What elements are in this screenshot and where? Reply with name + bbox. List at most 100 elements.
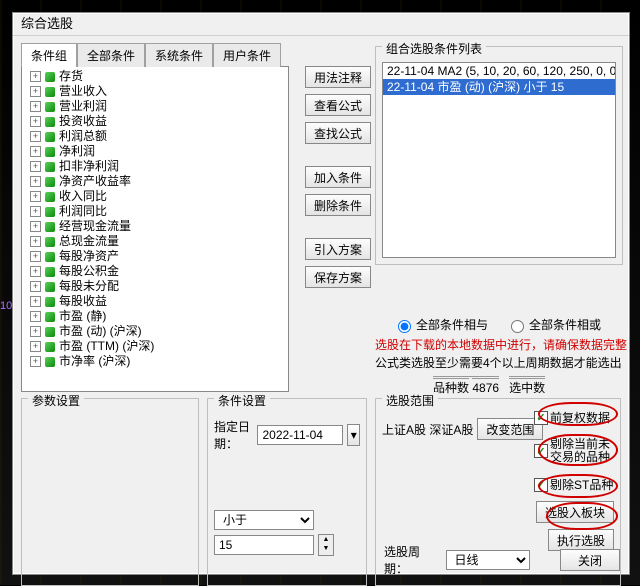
radio-or[interactable]: 全部条件相或 — [506, 316, 601, 333]
expand-icon[interactable]: + — [30, 281, 41, 292]
expand-icon[interactable]: + — [30, 101, 41, 112]
view-formula-button[interactable]: 查看公式 — [305, 94, 371, 116]
tree-item[interactable]: + 扣非净利润 — [22, 159, 288, 174]
tree-item[interactable]: + 净利润 — [22, 144, 288, 159]
tree-item[interactable]: + 市盈 (TTM) (沪深) — [22, 339, 288, 354]
save-plan-button[interactable]: 保存方案 — [305, 266, 371, 288]
date-picker-icon[interactable]: ▾ — [347, 424, 360, 446]
leaf-icon — [45, 192, 55, 202]
operator-select[interactable]: 小于大于等于 — [214, 510, 314, 530]
value-input[interactable] — [214, 535, 314, 555]
scope-group: 选股范围 上证A股 深证A股 改变范围 ✓前复权数据 ✓剔除当前未交易的品种 ✓… — [375, 398, 621, 586]
tab-group[interactable]: 条件组 — [21, 43, 77, 67]
tree-label: 市盈 (TTM) (沪深) — [59, 339, 154, 354]
expand-icon[interactable]: + — [30, 206, 41, 217]
period-label: 选股周期： — [384, 543, 440, 577]
expand-icon[interactable]: + — [30, 161, 41, 172]
list-item[interactable]: 22-11-04 市盈 (动) (沪深) 小于 15 — [383, 79, 615, 95]
leaf-icon — [45, 72, 55, 82]
tree-label: 总现金流量 — [59, 234, 119, 249]
data-warning: 选股在下载的本地数据中进行，请确保数据完整 — [375, 336, 627, 353]
expand-icon[interactable]: + — [30, 176, 41, 187]
tree-label: 市净率 (沪深) — [59, 354, 130, 369]
tree-item[interactable]: +利润同比 — [22, 204, 288, 219]
period-select[interactable]: 日线周线月线 — [446, 550, 530, 570]
spinner-icon[interactable]: ▲▼ — [318, 534, 334, 556]
add-condition-button[interactable]: 加入条件 — [305, 166, 371, 188]
tree-label: 扣非净利润 — [59, 159, 119, 174]
tree-item[interactable]: +存货 — [22, 69, 288, 84]
find-formula-button[interactable]: 查找公式 — [305, 122, 371, 144]
to-block-button[interactable]: 选股入板块 — [536, 501, 614, 523]
stock-selector-window: 综合选股 条件组 全部条件 系统条件 用户条件 +存货+营业收入+营业利润+投资… — [12, 12, 630, 575]
expand-icon[interactable]: + — [30, 266, 41, 277]
tree-item[interactable]: + 净资产收益率 — [22, 174, 288, 189]
tree-item[interactable]: +每股净资产 — [22, 249, 288, 264]
tree-label: 市盈 (静) — [59, 309, 106, 324]
expand-icon[interactable]: + — [30, 356, 41, 367]
leaf-icon — [45, 297, 55, 307]
tree-item[interactable]: + 市净率 (沪深) — [22, 354, 288, 369]
indicator-tree[interactable]: +存货+营业收入+营业利润+投资收益+利润总额+净利润+扣非净利润+净资产收益率… — [21, 66, 289, 392]
tab-user[interactable]: 用户条件 — [213, 43, 281, 67]
expand-icon[interactable]: + — [30, 221, 41, 232]
expand-icon[interactable]: + — [30, 326, 41, 337]
expand-icon[interactable]: + — [30, 191, 41, 202]
tree-label: 净利润 — [59, 144, 95, 159]
bg-axis-label: 10 — [0, 300, 12, 312]
tree-label: 每股收益 — [59, 294, 107, 309]
leaf-icon — [45, 177, 55, 187]
tree-item[interactable]: +每股未分配 — [22, 279, 288, 294]
tree-item[interactable]: +投资收益 — [22, 114, 288, 129]
radio-and[interactable]: 全部条件相与 — [393, 316, 488, 333]
tree-item[interactable]: + 市盈 (静) — [22, 309, 288, 324]
list-item[interactable]: 22-11-04 MA2 (5, 10, 20, 60, 120, 250, 0… — [383, 63, 615, 79]
delete-condition-button[interactable]: 删除条件 — [305, 194, 371, 216]
usage-button[interactable]: 用法注释 — [305, 66, 371, 88]
tree-item[interactable]: + 每股收益 — [22, 294, 288, 309]
combo-list[interactable]: 22-11-04 MA2 (5, 10, 20, 60, 120, 250, 0… — [382, 62, 616, 258]
tab-all[interactable]: 全部条件 — [77, 43, 145, 67]
close-button[interactable]: 关闭 — [560, 549, 620, 571]
expand-icon[interactable]: + — [30, 116, 41, 127]
date-label: 指定日期： — [214, 418, 253, 452]
leaf-icon — [45, 147, 55, 157]
expand-icon[interactable]: + — [30, 71, 41, 82]
tree-item[interactable]: +收入同比 — [22, 189, 288, 204]
tree-label: 净资产收益率 — [59, 174, 131, 189]
expand-icon[interactable]: + — [30, 131, 41, 142]
leaf-icon — [45, 102, 55, 112]
tree-item[interactable]: +经营现金流量 — [22, 219, 288, 234]
counts-row: 品种数 4876 选中数 — [433, 376, 545, 396]
expand-icon[interactable]: + — [30, 296, 41, 307]
leaf-icon — [45, 87, 55, 97]
leaf-icon — [45, 222, 55, 232]
expand-icon[interactable]: + — [30, 146, 41, 157]
expand-icon[interactable]: + — [30, 341, 41, 352]
tree-label: 营业收入 — [59, 84, 107, 99]
leaf-icon — [45, 237, 55, 247]
expand-icon[interactable]: + — [30, 236, 41, 247]
expand-icon[interactable]: + — [30, 311, 41, 322]
tree-label: 每股公积金 — [59, 264, 119, 279]
chk-forward-adjust[interactable]: ✓前复权数据 — [534, 409, 610, 426]
tree-item[interactable]: +利润总额 — [22, 129, 288, 144]
tree-item[interactable]: + 总现金流量 — [22, 234, 288, 249]
chk-exclude-nontrading[interactable]: ✓剔除当前未交易的品种 — [534, 438, 614, 464]
tree-item[interactable]: + 每股公积金 — [22, 264, 288, 279]
window-title: 综合选股 — [13, 13, 629, 36]
date-input[interactable] — [257, 425, 343, 445]
chk-exclude-st[interactable]: ✓剔除ST品种 — [534, 476, 613, 493]
formula-note: 公式类选股至少需要4个以上周期数据才能选出 — [375, 354, 622, 371]
expand-icon[interactable]: + — [30, 251, 41, 262]
tree-item[interactable]: +市盈 (动) (沪深) — [22, 324, 288, 339]
import-plan-button[interactable]: 引入方案 — [305, 238, 371, 260]
condition-group: 条件设置 指定日期： ▾ 小于大于等于 ▲▼ — [207, 398, 367, 586]
tree-item[interactable]: + 营业收入 — [22, 84, 288, 99]
params-group: 参数设置 — [21, 398, 199, 586]
tab-system[interactable]: 系统条件 — [145, 43, 213, 67]
expand-icon[interactable]: + — [30, 86, 41, 97]
leaf-icon — [45, 207, 55, 217]
leaf-icon — [45, 282, 55, 292]
tree-item[interactable]: +营业利润 — [22, 99, 288, 114]
